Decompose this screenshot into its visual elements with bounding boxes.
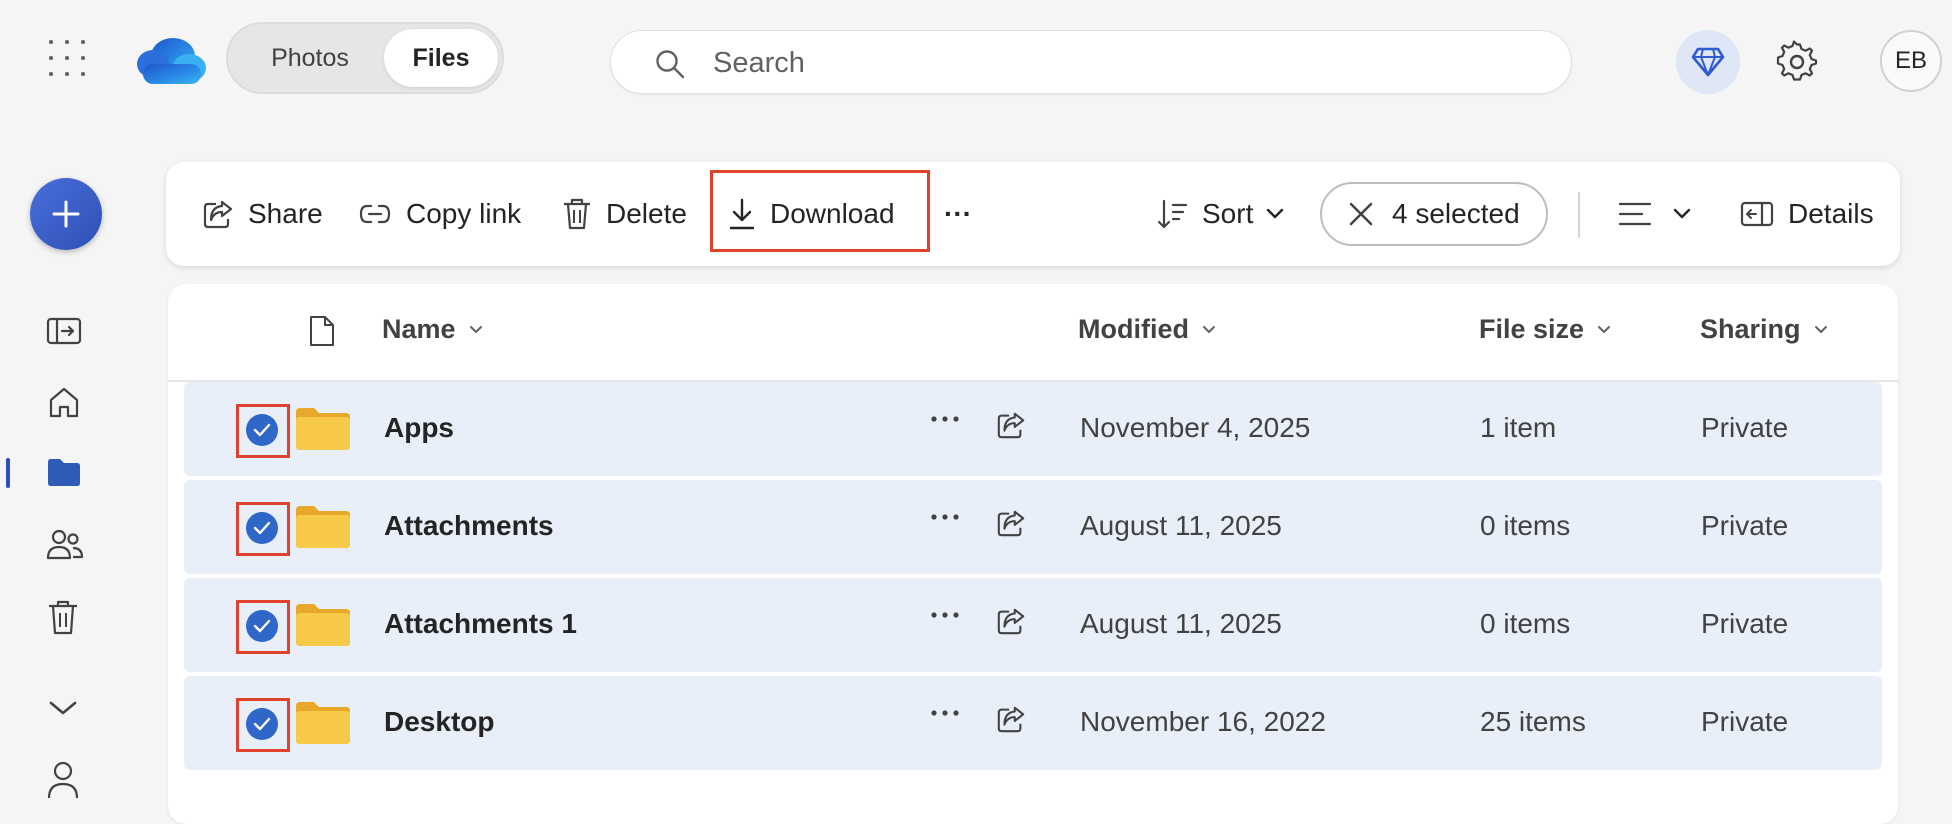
view-options-button[interactable] xyxy=(1618,162,1692,266)
person-icon[interactable] xyxy=(46,760,80,800)
sharing-status: Private xyxy=(1701,706,1789,737)
file-size: 0 items xyxy=(1480,608,1571,639)
more-options-icon[interactable] xyxy=(930,708,960,718)
table-row[interactable]: Desktop November 16, 2022 25 items Priva… xyxy=(184,676,1882,770)
sharing-status: Private xyxy=(1701,608,1789,639)
trash-icon xyxy=(564,198,590,230)
column-header-name[interactable]: Name xyxy=(382,314,484,345)
sharing-status: Private xyxy=(1701,412,1789,443)
checkbox-highlight-box xyxy=(236,404,290,458)
file-name[interactable]: Attachments xyxy=(384,510,554,542)
tab-photos[interactable]: Photos xyxy=(236,29,384,87)
column-header-modified[interactable]: Modified xyxy=(1078,314,1217,345)
details-button[interactable]: Details xyxy=(1740,162,1874,266)
file-size: 0 items xyxy=(1480,510,1571,541)
collapse-pane-icon[interactable] xyxy=(46,316,82,346)
checkbox-highlight-box xyxy=(236,600,290,654)
sort-label: Sort xyxy=(1202,198,1254,229)
column-sharing-label: Sharing xyxy=(1700,314,1801,344)
column-header-sharing[interactable]: Sharing xyxy=(1700,314,1829,345)
search-input[interactable] xyxy=(711,39,1535,87)
checkbox-highlight-box xyxy=(236,502,290,556)
chevron-down-icon xyxy=(1814,325,1827,333)
share-label: Share xyxy=(248,198,323,229)
share-icon[interactable] xyxy=(996,606,1026,636)
tab-files[interactable]: Files xyxy=(384,29,498,87)
selected-count: 4 selected xyxy=(1392,198,1520,229)
gear-icon[interactable] xyxy=(1773,38,1821,86)
table-row[interactable]: Attachments August 11, 2025 0 items Priv… xyxy=(184,480,1882,574)
trash-icon[interactable] xyxy=(46,598,80,636)
table-row[interactable]: Attachments 1 August 11, 2025 0 items Pr… xyxy=(184,578,1882,672)
delete-button[interactable]: Delete xyxy=(562,162,687,266)
column-header-file-size[interactable]: File size xyxy=(1479,314,1612,345)
view-options-icon xyxy=(1618,202,1652,226)
details-pane-icon xyxy=(1740,201,1774,227)
file-name[interactable]: Desktop xyxy=(384,706,494,738)
premium-diamond-icon[interactable] xyxy=(1676,30,1740,94)
file-icon xyxy=(310,316,334,346)
active-nav-indicator xyxy=(6,458,10,488)
more-options-icon[interactable] xyxy=(930,414,960,424)
photos-files-toggle: Photos Files xyxy=(226,22,504,94)
table-row[interactable]: Apps November 4, 2025 1 item Private xyxy=(184,382,1882,476)
chevron-down-icon xyxy=(1267,208,1284,219)
copy-link-label: Copy link xyxy=(406,198,522,229)
copy-link-button[interactable]: Copy link xyxy=(358,162,521,266)
share-icon[interactable] xyxy=(996,704,1026,734)
column-file-size-label: File size xyxy=(1479,314,1585,344)
close-icon xyxy=(1349,202,1373,226)
folder-icon xyxy=(296,506,350,548)
search-box xyxy=(610,30,1572,94)
modified-date: November 16, 2022 xyxy=(1080,706,1326,737)
create-new-button[interactable] xyxy=(30,178,102,250)
chevron-down-icon xyxy=(1673,208,1691,219)
list-header: Name Modified File size Sharing xyxy=(168,284,1898,382)
plus-icon xyxy=(52,200,80,228)
column-modified-label: Modified xyxy=(1078,314,1189,344)
modified-date: November 4, 2025 xyxy=(1080,412,1311,443)
folder-icon xyxy=(296,408,350,450)
details-label: Details xyxy=(1788,198,1874,229)
command-bar: Share Copy link Delete Download ··· Sort xyxy=(166,162,1900,266)
more-options-icon[interactable] xyxy=(930,512,960,522)
people-icon[interactable] xyxy=(46,528,84,562)
chevron-down-icon xyxy=(1202,325,1215,333)
modified-date: August 11, 2025 xyxy=(1080,608,1282,639)
download-highlight-box xyxy=(710,170,930,252)
delete-label: Delete xyxy=(606,198,687,229)
chevron-down-icon xyxy=(1598,325,1611,333)
share-icon[interactable] xyxy=(996,508,1026,538)
chevron-down-icon xyxy=(469,325,482,333)
file-size: 25 items xyxy=(1480,706,1586,737)
folder-icon[interactable] xyxy=(46,456,82,488)
share-icon xyxy=(203,200,233,229)
file-name[interactable]: Attachments 1 xyxy=(384,608,577,640)
avatar[interactable]: EB xyxy=(1880,30,1942,92)
more-actions-button[interactable]: ··· xyxy=(944,162,972,266)
onedrive-logo[interactable] xyxy=(133,34,207,88)
share-button[interactable]: Share xyxy=(202,162,323,266)
checkbox-highlight-box xyxy=(236,698,290,752)
file-list: Name Modified File size Sharing Apps Nov… xyxy=(168,284,1898,824)
sort-icon xyxy=(1157,199,1188,229)
sharing-status: Private xyxy=(1701,510,1789,541)
share-icon[interactable] xyxy=(996,410,1026,440)
modified-date: August 11, 2025 xyxy=(1080,510,1282,541)
folder-icon xyxy=(296,702,350,744)
home-icon[interactable] xyxy=(46,384,82,420)
more-options-icon[interactable] xyxy=(930,610,960,620)
column-name-label: Name xyxy=(382,314,456,344)
divider xyxy=(1578,192,1580,238)
clear-selection-button[interactable]: 4 selected xyxy=(1320,182,1548,246)
link-icon xyxy=(359,204,391,224)
folder-icon xyxy=(296,604,350,646)
app-launcher-icon[interactable] xyxy=(47,38,87,78)
file-name[interactable]: Apps xyxy=(384,412,454,444)
file-size: 1 item xyxy=(1480,412,1557,443)
sort-button[interactable]: Sort xyxy=(1156,162,1285,266)
search-icon xyxy=(656,50,685,79)
chevron-down-icon[interactable] xyxy=(46,698,80,718)
